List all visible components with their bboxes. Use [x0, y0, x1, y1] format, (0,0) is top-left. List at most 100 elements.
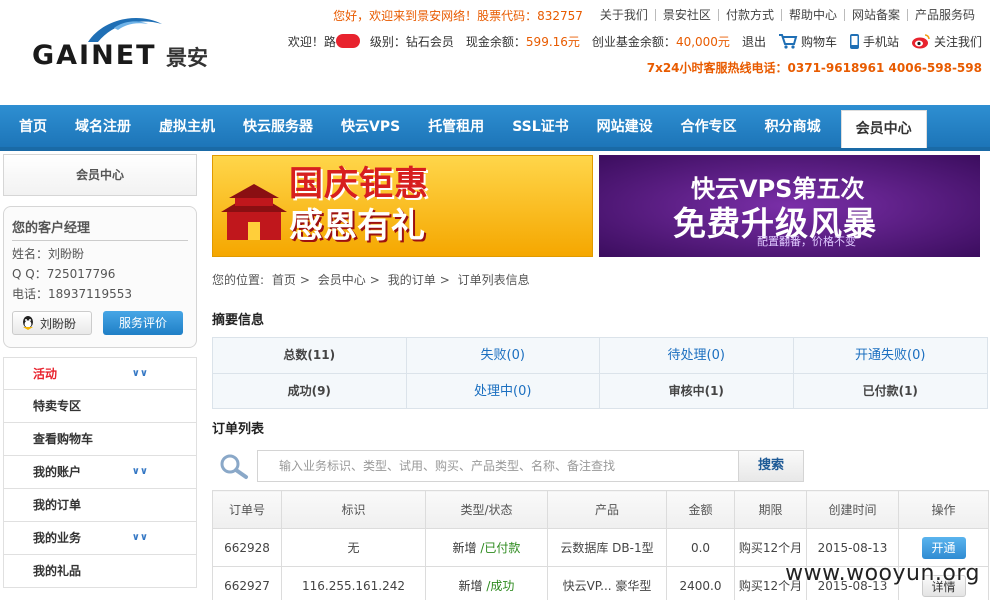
search-button[interactable]: 搜索 [738, 450, 804, 482]
hotline-text: 7x24小时客服热线电话：0371-9618961 4006-598-598 [646, 61, 982, 75]
summary-failed[interactable]: 失败(0) [406, 338, 600, 374]
summary-paid[interactable]: 已付款(1) [794, 374, 988, 409]
top-link-icp[interactable]: 网站备案 [843, 9, 907, 21]
sidebar-item-view-cart[interactable]: 查看购物车 [3, 423, 197, 456]
sidebar-item-label: 我的账户 [33, 465, 82, 479]
col-action: 操作 [898, 490, 989, 529]
summary-success[interactable]: 成功(9) [213, 374, 407, 409]
table-header-row: 订单号 标识 类型/状态 产品 金额 期限 创建时间 操作 [212, 490, 989, 529]
summary-total[interactable]: 总数(11) [213, 338, 407, 374]
nav-hosting[interactable]: 托管租用 [414, 105, 498, 147]
cart-link[interactable]: 购物车 [801, 33, 837, 50]
sidebar-item-my-gifts[interactable]: 我的礼品 [3, 555, 197, 588]
breadcrumb-prefix: 您的位置: [212, 273, 265, 287]
cell-type: 新增 [458, 579, 483, 593]
nav-website-build[interactable]: 网站建设 [583, 105, 667, 147]
cell-product: 快云VP... 豪华型 [547, 566, 667, 600]
breadcrumb-member-center[interactable]: 会员中心 [318, 273, 366, 287]
logout-link[interactable]: 退出 [742, 33, 766, 50]
sidebar-item-label: 我的礼品 [33, 564, 82, 578]
qq-icon [23, 316, 33, 330]
top-link-payment[interactable]: 付款方式 [717, 9, 781, 21]
cell-type-status: 新增 /成功 [425, 566, 548, 600]
cell-tag: 无 [281, 528, 426, 567]
breadcrumb-sep: > [299, 273, 310, 287]
top-links-bar: 您好，欢迎来到景安网络！股票代码：832757 关于我们 景安社区 付款方式 帮… [333, 6, 982, 24]
level-label: 级别： [369, 34, 406, 49]
logo-cn: 景安 [166, 46, 208, 70]
nav-member-center[interactable]: 会员中心 [840, 110, 927, 148]
summary-activation-failed[interactable]: 开通失败(0) [793, 338, 987, 374]
sidebar-item-my-business[interactable]: 我的业务 ∨∨ [3, 522, 197, 555]
nav-points-mall[interactable]: 积分商城 [751, 105, 835, 147]
cell-order-id: 662927 [212, 566, 282, 600]
sidebar-item-label: 特卖专区 [33, 399, 82, 413]
top-link-community[interactable]: 景安社区 [654, 9, 718, 21]
vps-upgrade-banner[interactable]: 快云VPS第五次 免费升级风暴 配置翻番，价格不变 [599, 155, 980, 257]
sidebar-menu: 活动 ∨∨ 特卖专区 查看购物车 我的账户 ∨∨ 我的订单 我的业务 ∨∨ 我的… [3, 357, 197, 588]
top-link-help[interactable]: 帮助中心 [780, 9, 844, 21]
user-name[interactable]: 路 [324, 33, 336, 50]
fund-value: 40,000元 [675, 34, 730, 49]
cell-status: /成功 [486, 579, 515, 593]
cell-status: /已付款 [480, 541, 521, 555]
sidebar-title: 会员中心 [3, 154, 197, 196]
summary-processing[interactable]: 处理中(0) [407, 374, 600, 409]
col-product: 产品 [547, 490, 667, 529]
redaction-mark [335, 34, 360, 48]
nav-partner[interactable]: 合作专区 [667, 105, 751, 147]
order-summary-grid: 总数(11) 失败(0) 待处理(0) 开通失败(0) 成功(9) 处理中(0)… [212, 337, 988, 409]
weibo-icon [911, 34, 930, 49]
breadcrumb-home[interactable]: 首页 [272, 273, 296, 287]
cash-label: 现金余额： [465, 34, 526, 49]
sidebar-item-special-sale[interactable]: 特卖专区 [3, 390, 197, 423]
col-tag: 标识 [281, 490, 426, 529]
col-amount: 金额 [666, 490, 735, 529]
manager-qq: Q Q：725017796 [12, 267, 116, 281]
col-type-status: 类型/状态 [425, 490, 548, 529]
sidebar-item-activity[interactable]: 活动 ∨∨ [3, 357, 197, 390]
chevron-down-icon: ∨∨ [131, 368, 148, 379]
sidebar-item-label: 我的业务 [33, 531, 82, 545]
user-info-bar: 欢迎！ 路 级别： 钻石会员 现金余额： 599.16元 创业基金余额： 40,… [288, 32, 982, 50]
banner2-line3: 配置翻番，价格不变 [757, 235, 856, 248]
gainet-logo[interactable]: GAINET 景安 [32, 14, 212, 71]
account-manager-card: 您的客户经理 姓名：刘盼盼 Q Q：725017796 电话：189371195… [3, 206, 197, 348]
col-term: 期限 [734, 490, 807, 529]
manager-name: 姓名：刘盼盼 [12, 247, 85, 261]
top-link-about[interactable]: 关于我们 [593, 9, 655, 21]
nav-domain[interactable]: 域名注册 [61, 105, 145, 147]
follow-link[interactable]: 关注我们 [934, 33, 982, 50]
search-icon [220, 454, 248, 479]
col-order-id: 订单号 [212, 490, 282, 529]
nav-home[interactable]: 首页 [5, 105, 61, 147]
main-nav: 首页 域名注册 虚拟主机 快云服务器 快云VPS 托管租用 SSL证书 网站建设… [0, 105, 990, 151]
top-link-service-code[interactable]: 产品服务码 [906, 9, 982, 21]
nav-ssl[interactable]: SSL证书 [498, 105, 582, 147]
orders-title: 订单列表 [212, 422, 265, 437]
banner1-line1: 国庆钜惠 [289, 164, 429, 204]
logo-text: GAINET [32, 40, 157, 71]
nav-cloud-server[interactable]: 快云服务器 [229, 105, 327, 147]
qq-button-label: 刘盼盼 [40, 316, 77, 331]
cart-icon [778, 34, 798, 49]
mobile-link[interactable]: 手机站 [863, 33, 899, 50]
sidebar-item-my-orders[interactable]: 我的订单 [3, 489, 197, 522]
national-day-banner[interactable]: 国庆钜惠 感恩有礼 [212, 155, 593, 257]
cell-amount: 2400.0 [666, 566, 735, 600]
cell-type-status: 新增 /已付款 [425, 528, 548, 567]
sidebar-item-my-account[interactable]: 我的账户 ∨∨ [3, 456, 197, 489]
breadcrumb-my-orders[interactable]: 我的订单 [388, 273, 436, 287]
nav-cloud-vps[interactable]: 快云VPS [327, 105, 414, 147]
activate-button[interactable]: 开通 [921, 536, 966, 559]
qq-contact-button[interactable]: 刘盼盼 [12, 311, 92, 335]
cell-order-id: 662928 [212, 528, 282, 567]
chevron-down-icon: ∨∨ [131, 466, 148, 477]
service-eval-button[interactable]: 服务评价 [103, 311, 183, 335]
breadcrumb: 您的位置: 首页 > 会员中心 > 我的订单 > 订单列表信息 [212, 271, 534, 288]
summary-reviewing[interactable]: 审核中(1) [600, 374, 794, 409]
order-search-input[interactable]: 输入业务标识、类型、试用、购买、产品类型、名称、备注查找 [257, 450, 739, 482]
nav-virtual-host[interactable]: 虚拟主机 [145, 105, 229, 147]
col-created: 创建时间 [806, 490, 899, 529]
summary-pending[interactable]: 待处理(0) [600, 338, 794, 374]
